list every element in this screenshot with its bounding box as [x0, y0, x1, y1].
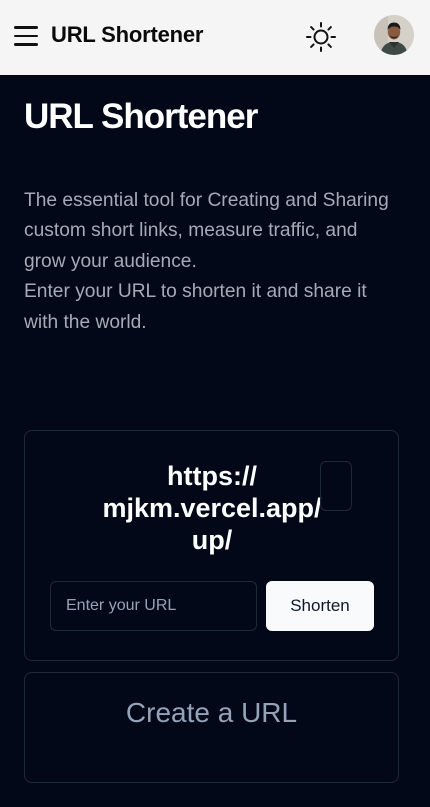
user-avatar-image [374, 15, 414, 55]
short-url-line: up/ [191, 525, 233, 555]
description-text: The essential tool for Creating and Shar… [24, 190, 389, 272]
create-url-card[interactable]: Create a URL [24, 672, 399, 783]
brand-title[interactable]: URL Shortener [51, 22, 203, 48]
avatar[interactable] [374, 15, 414, 55]
menu-button[interactable] [14, 26, 38, 46]
shorten-button[interactable]: Shorten [266, 581, 374, 631]
theme-toggle-button[interactable] [304, 20, 338, 54]
menu-icon-bar [14, 26, 38, 29]
page-title: URL Shortener [24, 97, 258, 136]
copy-button[interactable] [320, 461, 352, 511]
sun-icon [306, 22, 336, 52]
page-description: The essential tool for Creating and Shar… [24, 186, 404, 338]
menu-icon-bar [14, 43, 38, 46]
description-instruction: Enter your URL to shorten it and share i… [24, 281, 367, 333]
create-url-title: Create a URL [125, 697, 298, 728]
menu-icon-bar [14, 34, 38, 38]
shortener-card: https:// mjkm.vercel.app/ up/ Shorten [24, 430, 399, 661]
app-header: URL Shortener [0, 0, 430, 75]
url-input[interactable] [50, 581, 257, 631]
